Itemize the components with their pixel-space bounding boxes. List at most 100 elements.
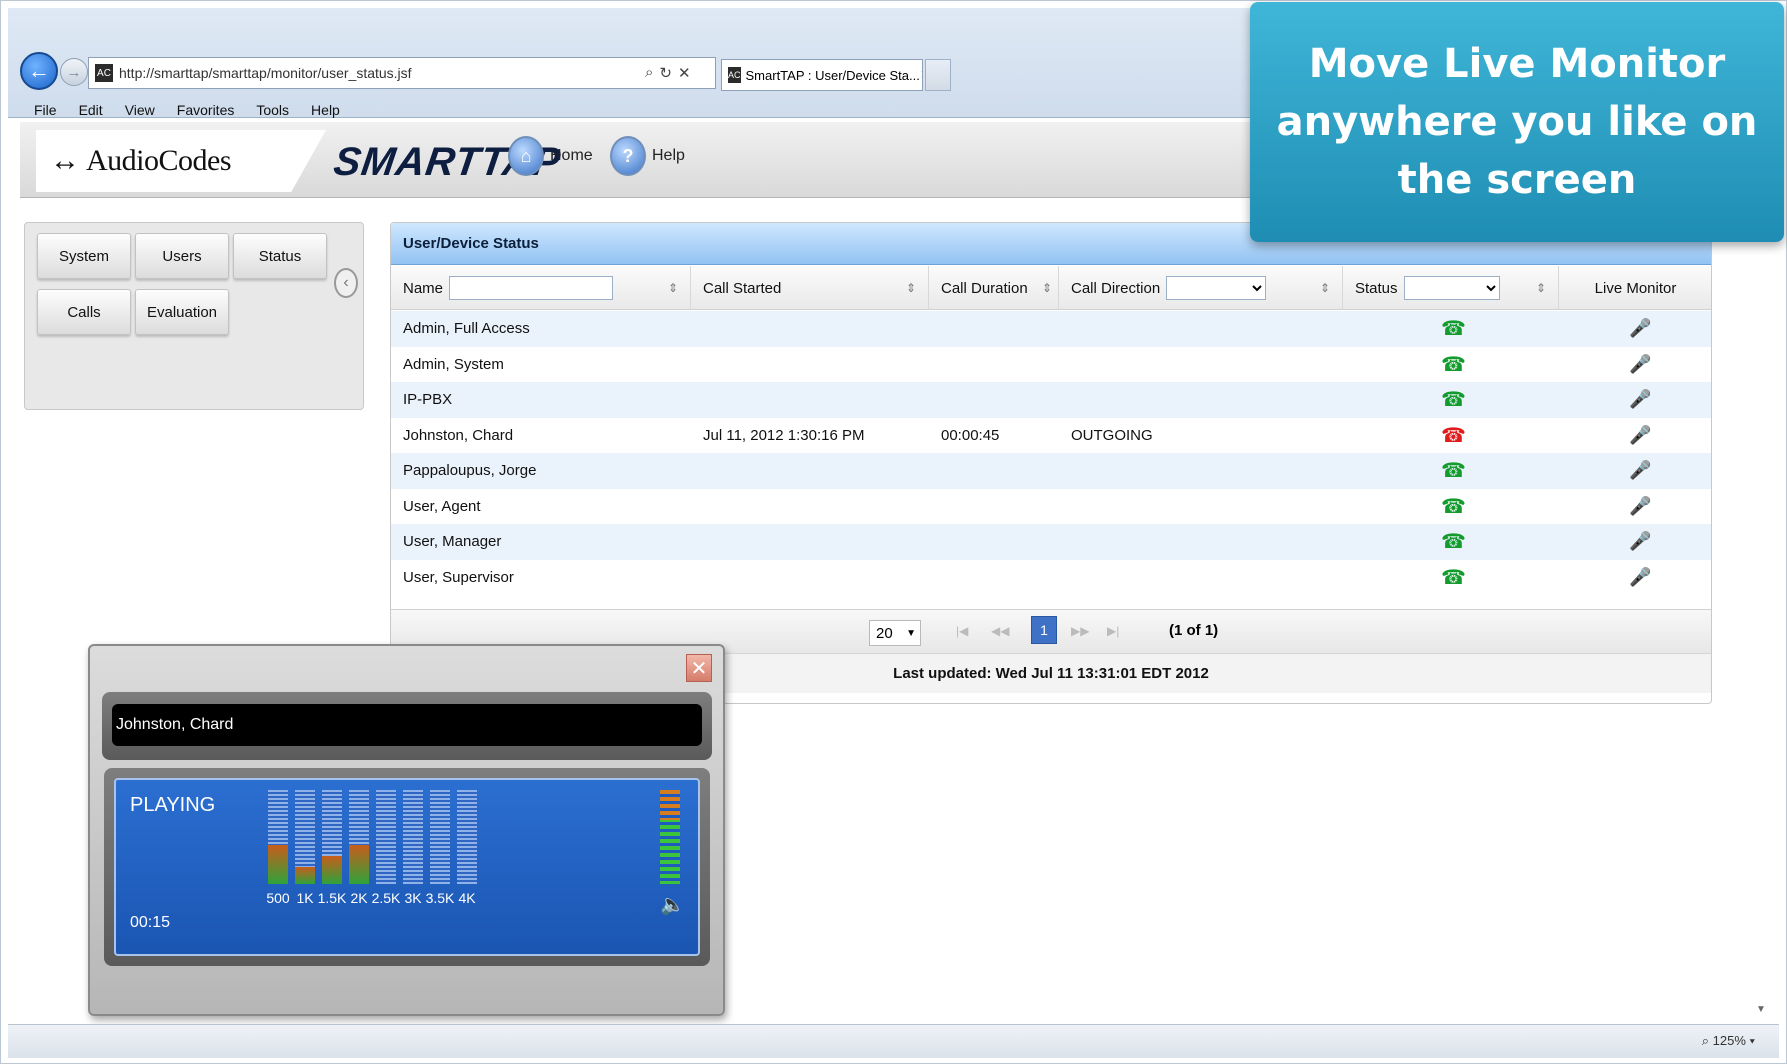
equalizer-band-label: 3.5K bbox=[425, 890, 455, 906]
equalizer-band-label: 1.5K bbox=[317, 890, 347, 906]
collapse-chevron-icon[interactable]: ‹ bbox=[334, 268, 358, 298]
new-tab-button[interactable] bbox=[925, 59, 951, 91]
equalizer-band-level bbox=[268, 844, 288, 884]
table-row[interactable]: User, Agent ☎ 🎤 bbox=[391, 488, 1711, 525]
nav-evaluation-button[interactable]: Evaluation bbox=[135, 289, 229, 335]
menu-tools[interactable]: Tools bbox=[256, 102, 289, 118]
refresh-icon[interactable]: ↻ bbox=[659, 64, 672, 82]
sort-icon[interactable]: ⇕ bbox=[1320, 281, 1330, 295]
volume-icon[interactable]: 🔈 bbox=[660, 892, 685, 917]
search-icon[interactable]: ⌕ bbox=[645, 64, 653, 82]
table-row[interactable]: Admin, System ☎ 🎤 bbox=[391, 346, 1711, 383]
audiocodes-logo-icon: ↔ bbox=[50, 144, 80, 177]
table-row[interactable]: Pappaloupus, Jorge ☎ 🎤 bbox=[391, 453, 1711, 489]
callout-text: Move Live Monitor anywhere you like on t… bbox=[1276, 41, 1758, 203]
table-row[interactable]: Johnston, Chard Jul 11, 2012 1:30:16 PM 00… bbox=[391, 417, 1711, 454]
equalizer-band-label: 2K bbox=[350, 890, 368, 906]
cell-name: Johnston, Chard bbox=[403, 426, 514, 444]
forward-arrow-icon[interactable]: → bbox=[60, 58, 88, 86]
microphone-icon[interactable]: 🎤 bbox=[1629, 489, 1651, 525]
sort-icon[interactable]: ⇕ bbox=[668, 281, 678, 295]
table-row[interactable]: IP-PBX ☎ 🎤 bbox=[391, 382, 1711, 418]
zoom-level[interactable]: ⌕ 125% ▾ bbox=[1702, 1033, 1755, 1049]
monitored-user-name: Johnston, Chard bbox=[112, 704, 702, 746]
equalizer-band bbox=[376, 790, 396, 884]
green-phone-icon: ☎ bbox=[1441, 389, 1466, 412]
table-row[interactable]: User, Manager ☎ 🎤 bbox=[391, 524, 1711, 560]
browser-tab[interactable]: AC SmartTAP : User/Device Sta... ✕ bbox=[721, 59, 923, 91]
tab-favicon-icon: AC bbox=[728, 67, 741, 83]
audiocodes-logo: ↔ AudioCodes bbox=[36, 130, 326, 192]
column-call-direction-label: Call Direction bbox=[1071, 279, 1161, 297]
next-page-icon[interactable]: ▶▶ bbox=[1071, 624, 1089, 638]
menu-edit[interactable]: Edit bbox=[79, 102, 103, 118]
nav-calls-button[interactable]: Calls bbox=[37, 289, 131, 335]
column-live-monitor-label: Live Monitor bbox=[1594, 279, 1677, 297]
menu-help[interactable]: Help bbox=[311, 102, 340, 118]
name-filter-input[interactable] bbox=[449, 276, 614, 300]
equalizer-band bbox=[268, 790, 288, 884]
menu-favorites[interactable]: Favorites bbox=[177, 102, 235, 118]
first-page-icon[interactable]: |◀ bbox=[956, 624, 968, 638]
menu-view[interactable]: View bbox=[125, 102, 155, 118]
tab-close-icon[interactable]: ✕ bbox=[920, 67, 922, 83]
equalizer-band bbox=[457, 790, 477, 884]
cell-name: User, Agent bbox=[403, 497, 481, 515]
prev-page-icon[interactable]: ◀◀ bbox=[991, 624, 1009, 638]
microphone-icon[interactable]: 🎤 bbox=[1629, 560, 1651, 596]
last-page-icon[interactable]: ▶| bbox=[1107, 624, 1119, 638]
address-bar[interactable]: AC http://smarttap/smarttap/monitor/user… bbox=[88, 57, 716, 89]
green-phone-icon: ☎ bbox=[1441, 531, 1466, 554]
playback-time: 00:15 bbox=[130, 914, 171, 931]
microphone-icon[interactable]: 🎤 bbox=[1629, 347, 1651, 383]
sort-icon[interactable]: ⇕ bbox=[906, 281, 916, 295]
cell-name: Admin, System bbox=[403, 355, 504, 373]
column-call-duration[interactable]: Call Duration ⇕ bbox=[929, 266, 1059, 310]
equalizer-band bbox=[430, 790, 450, 884]
menu-bar: File Edit View Favorites Tools Help bbox=[34, 102, 340, 118]
help-link[interactable]: ? Help bbox=[610, 136, 685, 176]
column-call-started[interactable]: Call Started ⇕ bbox=[691, 266, 929, 310]
scroll-down-arrow-icon[interactable]: ▼ bbox=[1756, 1004, 1766, 1015]
green-phone-icon: ☎ bbox=[1441, 495, 1466, 518]
close-icon[interactable]: ✕ bbox=[686, 654, 712, 682]
stop-icon[interactable]: ✕ bbox=[678, 64, 691, 82]
current-page-button[interactable]: 1 bbox=[1031, 616, 1057, 644]
tip-callout: Move Live Monitor anywhere you like on t… bbox=[1250, 2, 1784, 242]
sort-icon[interactable]: ⇕ bbox=[1042, 281, 1052, 295]
nav-system-button[interactable]: System bbox=[37, 233, 131, 279]
menu-file[interactable]: File bbox=[34, 102, 57, 118]
left-nav-panel: System Users Status Calls Evaluation bbox=[24, 222, 364, 410]
table-row[interactable]: User, Supervisor ☎ 🎤 bbox=[391, 559, 1711, 596]
cell-name: IP-PBX bbox=[403, 391, 453, 409]
status-filter-select[interactable] bbox=[1403, 276, 1500, 300]
equalizer-band-label: 1K bbox=[296, 890, 314, 906]
column-call-duration-label: Call Duration bbox=[941, 279, 1028, 297]
url-text: http://smarttap/smarttap/monitor/user_st… bbox=[119, 65, 412, 81]
page-size-select[interactable]: 20 ▼ bbox=[869, 620, 921, 646]
table-row[interactable]: Admin, Full Access ☎ 🎤 bbox=[391, 311, 1711, 347]
equalizer-band-label: 3K bbox=[404, 890, 422, 906]
nav-users-button[interactable]: Users bbox=[135, 233, 229, 279]
green-phone-icon: ☎ bbox=[1441, 566, 1466, 589]
microphone-icon[interactable]: 🎤 bbox=[1629, 311, 1651, 347]
microphone-icon[interactable]: 🎤 bbox=[1629, 418, 1651, 454]
vu-meter-peak bbox=[660, 790, 680, 820]
microphone-icon[interactable]: 🎤 bbox=[1629, 524, 1651, 560]
sort-icon[interactable]: ⇕ bbox=[1536, 281, 1546, 295]
call-direction-filter-select[interactable] bbox=[1166, 276, 1267, 300]
cell-name: User, Manager bbox=[403, 533, 502, 551]
equalizer-band-level bbox=[349, 844, 369, 884]
column-call-direction: Call Direction ⇕ bbox=[1059, 266, 1343, 310]
column-call-started-label: Call Started bbox=[703, 279, 782, 297]
live-monitor-window[interactable]: ✕ Johnston, Chard PLAYING 00:15 500 1K 1.5… bbox=[88, 644, 725, 1016]
home-link[interactable]: ⌂ Home bbox=[508, 136, 593, 176]
nav-status-button[interactable]: Status bbox=[233, 233, 327, 279]
microphone-icon[interactable]: 🎤 bbox=[1629, 382, 1651, 418]
back-arrow-icon[interactable]: ← bbox=[20, 52, 58, 90]
cell-call-duration: 00:00:45 bbox=[941, 426, 1000, 444]
microphone-icon[interactable]: 🎤 bbox=[1629, 453, 1651, 489]
equalizer-band-label: 2.5K bbox=[371, 890, 401, 906]
monitor-name-frame: Johnston, Chard bbox=[102, 692, 712, 760]
home-label: Home bbox=[550, 147, 593, 164]
